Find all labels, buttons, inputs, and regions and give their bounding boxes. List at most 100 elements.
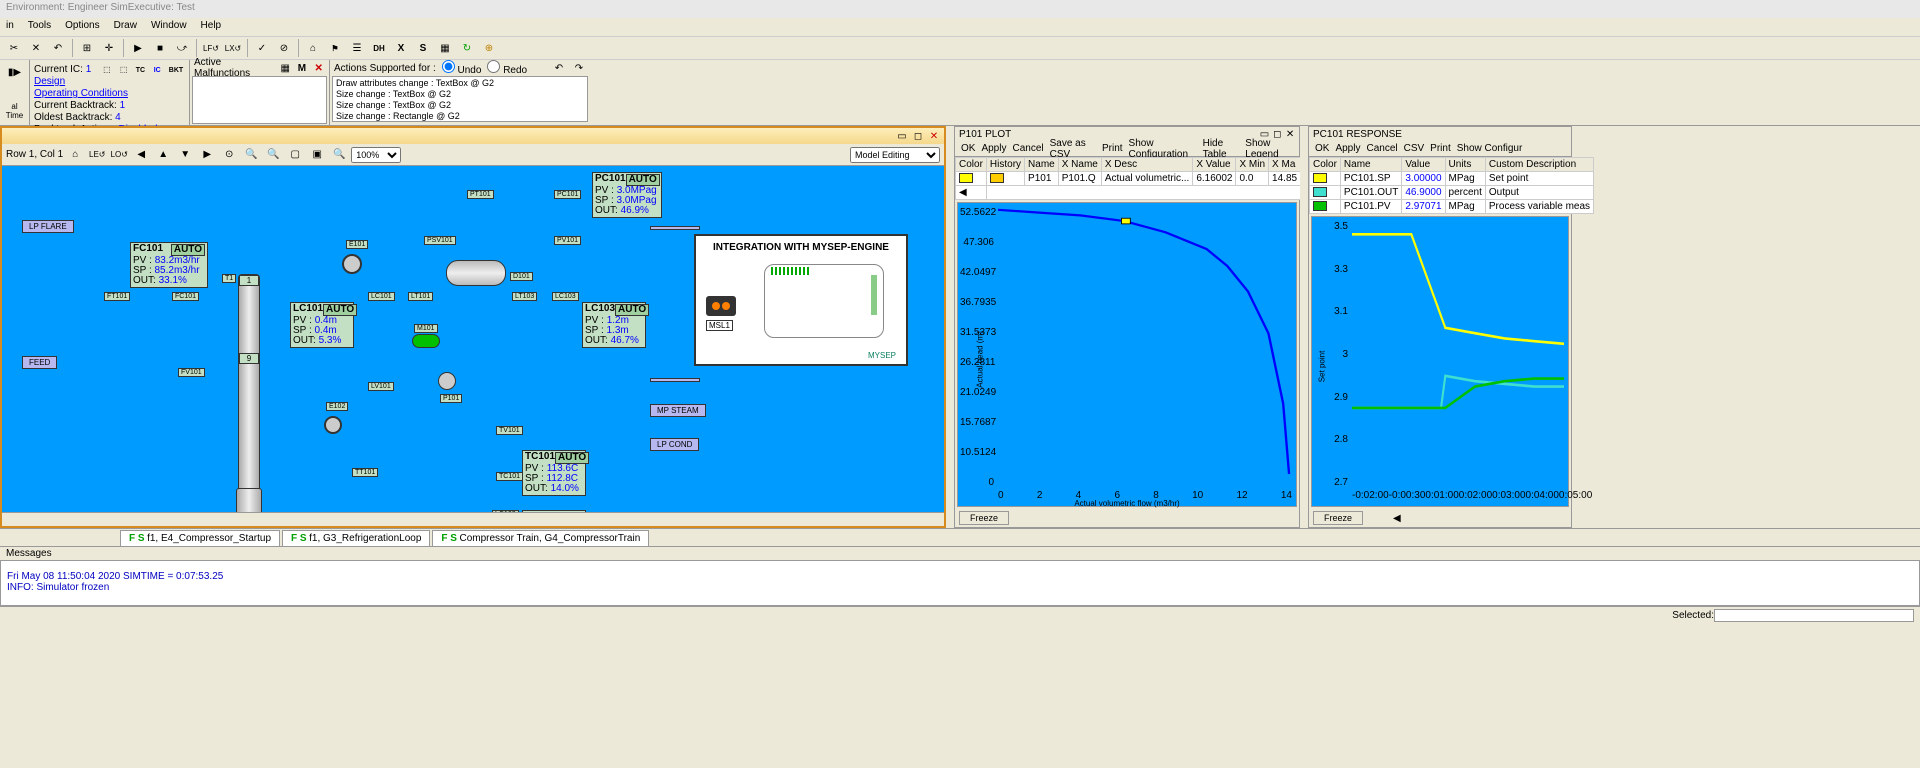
s-icon[interactable]: S bbox=[413, 38, 433, 58]
le-icon[interactable]: LE↺ bbox=[87, 145, 107, 165]
plot1-freeze[interactable]: Freeze bbox=[959, 511, 1009, 525]
plot2-scroll-left[interactable]: ◀ bbox=[1393, 513, 1401, 524]
exchanger-e102[interactable] bbox=[324, 416, 342, 434]
stream-mp-steam[interactable]: MP STEAM bbox=[650, 404, 706, 417]
align-icon[interactable]: ⊞ bbox=[77, 38, 97, 58]
snap-icon[interactable]: ✛ bbox=[99, 38, 119, 58]
nav-left-icon[interactable]: ◀ bbox=[131, 145, 151, 165]
pump-p101[interactable] bbox=[438, 372, 456, 390]
tag-m101[interactable]: M101 bbox=[414, 324, 438, 333]
undo-icon[interactable]: ↶ bbox=[48, 38, 68, 58]
tag-lc103[interactable]: LC103 bbox=[552, 292, 579, 301]
mode-select[interactable]: Model Editing bbox=[850, 147, 940, 163]
exchanger-e101[interactable] bbox=[342, 254, 362, 274]
menu-tools[interactable]: Tools bbox=[28, 20, 51, 34]
zoom-select[interactable]: 100% bbox=[351, 147, 401, 163]
controller-lc101[interactable]: LC101AUTO PV : 0.4m SP : 0.4m OUT: 5.3% bbox=[290, 302, 354, 348]
plot2-cancel[interactable]: Cancel bbox=[1366, 143, 1397, 154]
lf-icon[interactable]: LF↺ bbox=[201, 38, 221, 58]
plot2-chart[interactable]: Set point 3.53.3 3.13 2.92.8 2.7 -0:02:0… bbox=[1311, 216, 1569, 507]
plot1-chart[interactable]: Actual head (m) 52.562247.306 42.049736.… bbox=[957, 202, 1297, 507]
actions-redo-icon[interactable]: ↷ bbox=[572, 62, 586, 74]
step-run-icon[interactable]: ▮▶ bbox=[5, 62, 25, 82]
stream-out2[interactable] bbox=[650, 378, 700, 382]
tag-pt101[interactable]: PT101 bbox=[467, 190, 494, 199]
zoom-out-icon[interactable]: 🔍 bbox=[263, 145, 283, 165]
check-icon[interactable]: ✓ bbox=[252, 38, 272, 58]
motor-m101[interactable] bbox=[412, 334, 440, 348]
selected-input[interactable] bbox=[1714, 609, 1914, 622]
stream-out1[interactable] bbox=[650, 226, 700, 230]
tab-2[interactable]: F S f1, G3_RefrigerationLoop bbox=[282, 530, 430, 546]
plot2-ok[interactable]: OK bbox=[1315, 143, 1329, 154]
globe-icon[interactable]: ⊕ bbox=[479, 38, 499, 58]
reboiler[interactable] bbox=[236, 488, 262, 512]
plot1-cancel[interactable]: Cancel bbox=[1012, 143, 1043, 154]
table-row[interactable]: PC101.PV2.97071 MPagProcess variable mea… bbox=[1310, 200, 1594, 214]
step-icon[interactable]: ⤻ bbox=[172, 38, 192, 58]
table-row[interactable]: PC101.OUT46.9000 percentOutput bbox=[1310, 186, 1594, 200]
menu-help[interactable]: Help bbox=[201, 20, 222, 34]
malf-x-icon[interactable]: ✕ bbox=[312, 62, 325, 74]
fs-scrollbar[interactable] bbox=[2, 512, 944, 526]
column-t1[interactable]: 1 9 18 bbox=[238, 274, 260, 510]
run-icon[interactable]: ▶ bbox=[128, 38, 148, 58]
close-icon[interactable]: ✕ bbox=[928, 130, 940, 142]
tag-tt101[interactable]: TT101 bbox=[352, 468, 378, 477]
zoom-full-icon[interactable]: ⊙ bbox=[219, 145, 239, 165]
tag-pc101[interactable]: PC101 bbox=[554, 190, 581, 199]
tag-lv101[interactable]: LV101 bbox=[368, 382, 394, 391]
table-row[interactable]: P101 P101.Q Actual volumetric... 6.16002… bbox=[956, 172, 1301, 186]
list-icon[interactable]: ☰ bbox=[347, 38, 367, 58]
tab-3[interactable]: F S Compressor Train, G4_CompressorTrain bbox=[432, 530, 649, 546]
grid-icon[interactable]: ▦ bbox=[435, 38, 455, 58]
nav-up-icon[interactable]: ▲ bbox=[153, 145, 173, 165]
menu-window[interactable]: Window bbox=[151, 20, 187, 34]
home-icon[interactable]: ⌂ bbox=[303, 38, 323, 58]
tag-tv101[interactable]: TV101 bbox=[496, 426, 523, 435]
controller-fc101[interactable]: FC101AUTO PV : 83.2m3/hr SP : 85.2m3/hr … bbox=[130, 242, 208, 288]
redo-radio[interactable]: Redo bbox=[487, 60, 527, 76]
tag-lc102[interactable]: LC102 bbox=[492, 510, 519, 512]
nav-right-icon[interactable]: ▶ bbox=[197, 145, 217, 165]
ic-btn2[interactable]: ⬚ bbox=[117, 64, 131, 76]
ic-ic[interactable]: IC bbox=[150, 65, 164, 77]
tag-lt103[interactable]: LT103 bbox=[512, 292, 537, 301]
tag-ft101[interactable]: FT101 bbox=[104, 292, 130, 301]
delete-icon[interactable]: ✕ bbox=[26, 38, 46, 58]
flowsheet-canvas[interactable]: PC101AUTO PV : 3.0MPag SP : 3.0MPag OUT:… bbox=[2, 166, 944, 512]
plot2-csv[interactable]: CSV bbox=[1404, 143, 1425, 154]
plot2-apply[interactable]: Apply bbox=[1335, 143, 1360, 154]
lo-icon[interactable]: LO↺ bbox=[109, 145, 129, 165]
malf-m-icon[interactable]: M bbox=[296, 62, 309, 74]
malf-grid-icon[interactable]: ▦ bbox=[279, 62, 292, 74]
tab-1[interactable]: F S f1, E4_Compressor_Startup bbox=[120, 530, 280, 546]
messages-body[interactable]: Fri May 08 11:50:04 2020 SIMTIME = 0:07:… bbox=[0, 560, 1920, 606]
maximize-icon[interactable]: ◻ bbox=[912, 130, 924, 142]
controller-pc101[interactable]: PC101AUTO PV : 3.0MPag SP : 3.0MPag OUT:… bbox=[592, 172, 662, 218]
tag-tc101[interactable]: TC101 bbox=[496, 472, 523, 481]
tag-lt101[interactable]: LT101 bbox=[408, 292, 433, 301]
tag-d101[interactable]: D101 bbox=[510, 272, 533, 281]
zoom-1-icon[interactable]: 🔍 bbox=[329, 145, 349, 165]
rect2-icon[interactable]: ▣ bbox=[307, 145, 327, 165]
controller-lc102[interactable]: LC102AUTO bbox=[522, 510, 586, 512]
malf-list[interactable] bbox=[192, 76, 327, 124]
table-row[interactable]: PC101.SP3.00000 MPagSet point bbox=[1310, 172, 1594, 186]
tag-p101[interactable]: P101 bbox=[440, 394, 462, 403]
stream-feed[interactable]: FEED bbox=[22, 356, 57, 369]
minimize-icon[interactable]: ▭ bbox=[896, 130, 908, 142]
ic-tc[interactable]: TC bbox=[133, 65, 147, 77]
vessel-d101[interactable] bbox=[446, 260, 506, 286]
plot2-freeze[interactable]: Freeze bbox=[1313, 511, 1363, 525]
nav-down-icon[interactable]: ▼ bbox=[175, 145, 195, 165]
table-row[interactable]: ◀ bbox=[956, 186, 1301, 200]
plot2-config[interactable]: Show Configur bbox=[1457, 143, 1523, 154]
design-conditions-link[interactable]: Design Operating Conditions bbox=[34, 76, 185, 100]
plot1-print[interactable]: Print bbox=[1102, 143, 1123, 154]
tag-pv101[interactable]: PV101 bbox=[554, 236, 581, 245]
tag-e102[interactable]: E102 bbox=[326, 402, 348, 411]
lx-icon[interactable]: LX↺ bbox=[223, 38, 243, 58]
rect-icon[interactable]: ▢ bbox=[285, 145, 305, 165]
controller-lc103[interactable]: LC103AUTO PV : 1.2m SP : 1.3m OUT: 46.7% bbox=[582, 302, 646, 348]
